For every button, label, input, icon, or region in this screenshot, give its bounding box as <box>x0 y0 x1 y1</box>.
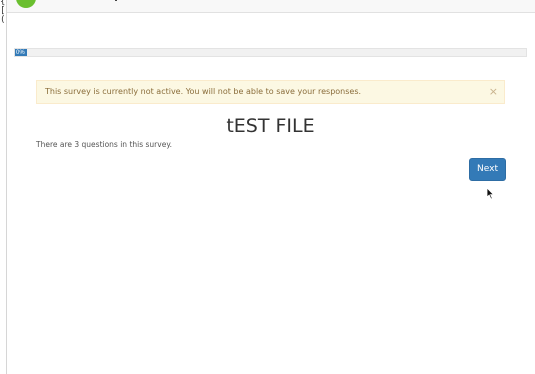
inactive-survey-alert: This survey is currently not active. You… <box>36 80 505 104</box>
progress-bar: 0% <box>14 48 527 57</box>
next-button[interactable]: Next <box>469 158 506 181</box>
top-navbar <box>7 0 535 13</box>
question-count-text: There are 3 questions in this survey. <box>36 140 173 149</box>
survey-title: tEST FILE <box>226 115 315 137</box>
progress-bar-fill: 0% <box>15 49 27 56</box>
close-icon[interactable]: × <box>489 81 498 103</box>
navbar-text-fragment <box>115 0 117 1</box>
progress-label: 0% <box>16 50 25 56</box>
alert-message: This survey is currently not active. You… <box>45 87 362 96</box>
left-terminal-strip: { [ ( <box>0 0 7 374</box>
survey-page: { [ ( 0% This survey is currently not ac… <box>0 0 535 374</box>
left-strip-glyphs: { [ ( <box>0 0 6 25</box>
mouse-pointer-icon <box>486 187 495 200</box>
green-circle-logo-icon <box>16 0 36 8</box>
